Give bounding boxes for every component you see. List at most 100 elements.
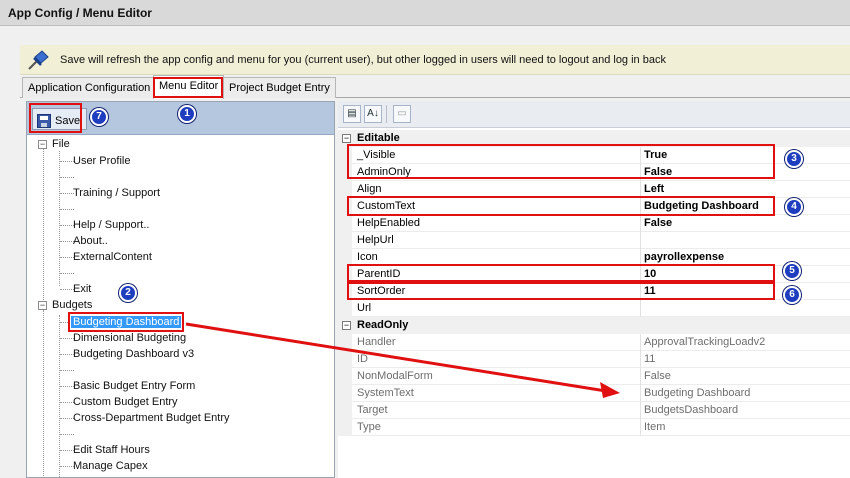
tree-item[interactable]: ExternalContent <box>73 251 152 263</box>
property-name: Url <box>357 302 372 314</box>
column-divider <box>640 300 641 317</box>
property-row-helpurl[interactable]: HelpUrl <box>338 232 850 249</box>
property-value[interactable]: payrollexpense <box>644 251 724 263</box>
row-gutter <box>338 232 352 249</box>
tree-line <box>60 450 74 451</box>
tree-line <box>60 161 74 162</box>
tree-item[interactable]: Training / Support <box>73 187 160 199</box>
category-readonly[interactable]: − ReadOnly <box>338 317 850 334</box>
tree-item[interactable]: Exit <box>73 283 91 295</box>
column-divider <box>640 334 641 351</box>
property-name: HelpUrl <box>357 234 394 246</box>
row-gutter <box>338 351 352 368</box>
tree-line <box>60 257 74 258</box>
tree-line <box>60 370 74 371</box>
tree-item[interactable]: Help / Support.. <box>73 219 149 231</box>
tree-item[interactable]: Basic Budget Entry Form <box>73 380 195 392</box>
property-value[interactable]: False <box>644 217 672 229</box>
toolbar-separator <box>386 105 387 123</box>
pushpin-icon <box>28 50 49 70</box>
property-grid: − Editable _Visible True AdminOnly False A… <box>338 128 850 478</box>
tree-line <box>59 151 60 286</box>
tab-strip: Application Configuration Menu Editor Pr… <box>20 75 850 99</box>
callout-badge-6: 6 <box>783 286 801 304</box>
tree-item[interactable]: Cross-Department Budget Entry <box>73 412 230 424</box>
category-label: Editable <box>357 132 400 144</box>
tree-line <box>60 338 74 339</box>
tree-item[interactable]: Budgeting Dashboard v3 <box>73 348 194 360</box>
tree-item[interactable]: User Profile <box>73 155 130 167</box>
info-bar: Save will refresh the app config and men… <box>20 45 850 75</box>
info-message: Save will refresh the app config and men… <box>60 54 666 66</box>
callout-badge-4: 4 <box>785 198 803 216</box>
menu-tree: − File User Profile Training / Support H… <box>27 135 334 478</box>
row-gutter <box>338 368 352 385</box>
property-row-handler[interactable]: Handler ApprovalTrackingLoadv2 <box>338 334 850 351</box>
highlight-selected-node <box>68 312 184 332</box>
tree-item[interactable]: Dimensional Budgeting <box>73 332 186 344</box>
property-row-systemtext[interactable]: SystemText Budgeting Dashboard <box>338 385 850 402</box>
tree-line <box>60 193 74 194</box>
tree-line <box>60 225 74 226</box>
property-row-target[interactable]: Target BudgetsDashboard <box>338 402 850 419</box>
property-row-type[interactable]: Type Item <box>338 419 850 436</box>
property-name: HelpEnabled <box>357 217 420 229</box>
categorized-view-icon[interactable]: ▤ <box>343 105 361 123</box>
property-row-nonmodalform[interactable]: NonModalForm False <box>338 368 850 385</box>
tab-application-configuration[interactable]: Application Configuration <box>22 77 157 98</box>
highlight-visible-adminonly <box>347 144 775 179</box>
column-divider <box>640 232 641 249</box>
property-name: ID <box>357 353 368 365</box>
callout-badge-3: 3 <box>785 150 803 168</box>
collapse-toggle-budgets[interactable]: − <box>38 301 47 310</box>
property-value: Item <box>644 421 666 433</box>
row-gutter <box>338 402 352 419</box>
column-divider <box>640 385 641 402</box>
column-divider <box>640 419 641 436</box>
tree-line <box>59 315 60 478</box>
tree-node-file[interactable]: File <box>52 138 70 150</box>
highlight-menu-editor-tab <box>153 77 223 98</box>
property-row-url[interactable]: Url <box>338 300 850 317</box>
tree-line <box>60 354 74 355</box>
property-pages-icon[interactable]: ▭ <box>393 105 411 123</box>
property-name: Icon <box>357 251 378 263</box>
property-row-id[interactable]: ID 11 <box>338 351 850 368</box>
property-value: ApprovalTrackingLoadv2 <box>644 336 766 348</box>
property-value: 11 <box>644 353 656 365</box>
tree-item[interactable]: Custom Budget Entry <box>73 396 178 408</box>
collapse-icon[interactable]: − <box>342 321 351 330</box>
tree-item[interactable]: About.. <box>73 235 108 247</box>
tree-node-budgets[interactable]: Budgets <box>52 299 92 311</box>
property-name: NonModalForm <box>357 370 433 382</box>
property-value: BudgetsDashboard <box>644 404 739 416</box>
tree-line <box>60 241 74 242</box>
highlight-parentid <box>347 264 775 282</box>
row-gutter <box>338 385 352 402</box>
tree-line <box>60 273 74 274</box>
window-title-bar: App Config / Menu Editor <box>0 0 850 26</box>
tree-line <box>60 209 74 210</box>
tree-line <box>60 402 74 403</box>
sort-alphabetical-icon[interactable]: A↓ <box>364 105 382 123</box>
column-divider <box>640 402 641 419</box>
tree-line <box>60 386 74 387</box>
tree-item[interactable]: Edit Staff Hours <box>73 444 150 456</box>
tree-line <box>60 466 74 467</box>
callout-badge-1: 1 <box>178 105 196 123</box>
window-title: App Config / Menu Editor <box>8 6 152 20</box>
row-gutter <box>338 215 352 232</box>
collapse-icon[interactable]: − <box>342 134 351 143</box>
category-label: ReadOnly <box>357 319 409 331</box>
property-row-helpenabled[interactable]: HelpEnabled False <box>338 215 850 232</box>
property-name: Type <box>357 421 381 433</box>
property-value[interactable]: Left <box>644 183 664 195</box>
column-divider <box>640 215 641 232</box>
property-value: False <box>644 370 671 382</box>
tree-item[interactable]: Manage Capex <box>73 460 148 472</box>
property-name: SystemText <box>357 387 414 399</box>
property-name: Align <box>357 183 382 195</box>
collapse-toggle-file[interactable]: − <box>38 140 47 149</box>
tree-line <box>43 310 44 478</box>
tab-project-budget-entry[interactable]: Project Budget Entry <box>223 77 336 98</box>
